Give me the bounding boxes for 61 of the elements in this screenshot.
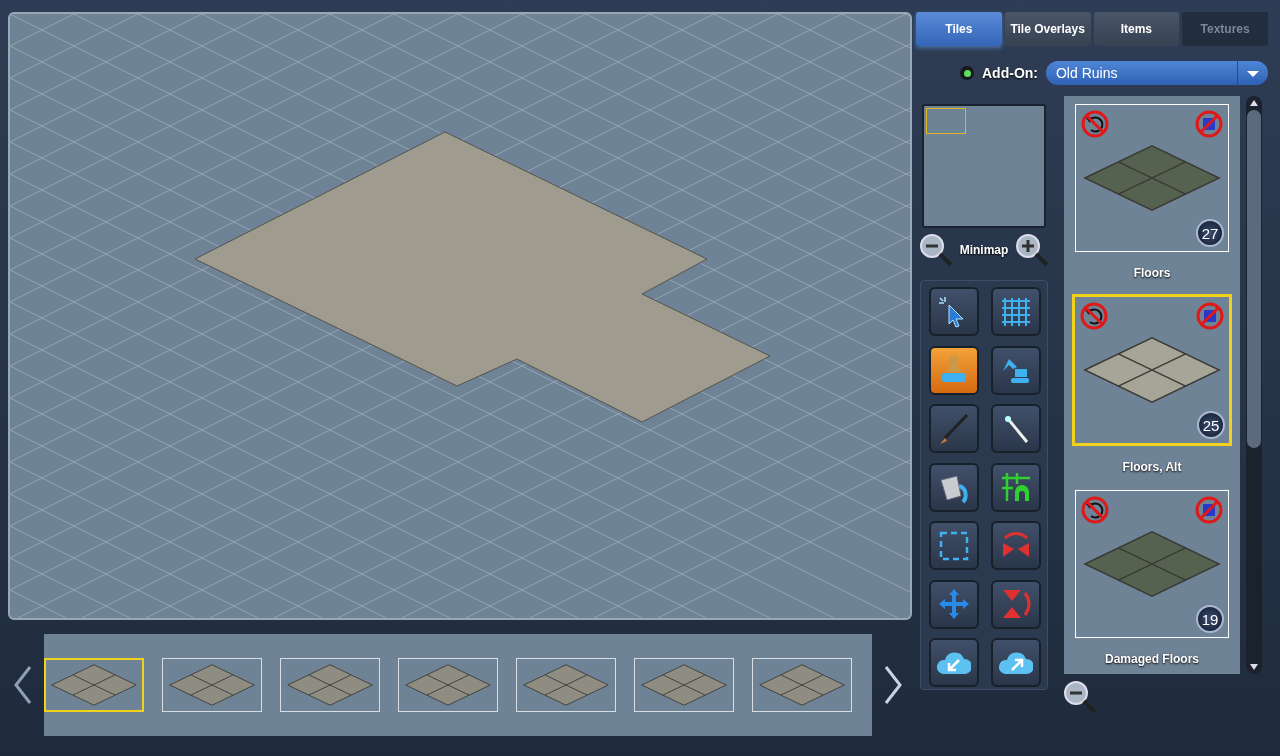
floor-tile-icon	[1082, 529, 1222, 599]
tool-button[interactable]	[929, 345, 979, 395]
tile-thumbnail[interactable]	[398, 658, 498, 712]
floor-tile-icon	[1082, 335, 1222, 405]
tile-thumbnail[interactable]	[162, 658, 262, 712]
tile-thumbnail[interactable]	[44, 658, 144, 712]
tool-button[interactable]	[929, 638, 979, 688]
floor-tile-icon	[522, 663, 610, 707]
tile-set-card[interactable]: 25	[1072, 294, 1232, 446]
no-rotate-icon	[1080, 109, 1110, 139]
no-random-dice-icon	[1194, 109, 1224, 139]
minimap-label: Minimap	[959, 243, 1009, 257]
scroll-down-icon	[1249, 662, 1259, 672]
tool-button[interactable]	[929, 521, 979, 571]
tool-button[interactable]	[991, 404, 1041, 454]
tile-set-card[interactable]: 19	[1075, 490, 1229, 638]
tile-thumbnail[interactable]	[516, 658, 616, 712]
addon-dropdown[interactable]: Old Ruins	[1046, 61, 1268, 85]
tile-count: 27	[1196, 219, 1224, 247]
tool-button[interactable]	[929, 462, 979, 512]
paintbrush-icon	[937, 411, 971, 446]
tool-button[interactable]	[991, 345, 1041, 395]
viewport-frame	[926, 108, 966, 134]
tile-set-card[interactable]: 27	[1075, 104, 1229, 252]
floor-tile-icon	[168, 663, 256, 707]
tile-thumbnail[interactable]	[280, 658, 380, 712]
scrollbar-thumb[interactable]	[1247, 110, 1261, 448]
zoom-in-icon	[1014, 232, 1051, 268]
tool-button[interactable]	[929, 287, 979, 336]
floor-tile-icon	[404, 663, 492, 707]
tile-count: 25	[1197, 411, 1225, 439]
tile-count: 19	[1196, 605, 1224, 633]
chevron-left-icon	[13, 665, 33, 705]
tile-thumbnail[interactable]	[634, 658, 734, 712]
minimap[interactable]	[922, 104, 1046, 228]
chevron-right-icon	[883, 665, 903, 705]
floor-tile-icon	[50, 663, 138, 707]
no-rotate-icon	[1080, 495, 1110, 525]
zoom-in-button[interactable]	[1014, 232, 1051, 268]
tile-thumbnail[interactable]	[752, 658, 852, 712]
floor-tile-icon	[640, 663, 728, 707]
tool-button[interactable]	[991, 462, 1041, 512]
floor-tile-icon	[758, 663, 846, 707]
no-random-dice-icon	[1194, 495, 1224, 525]
tool-button[interactable]	[991, 287, 1041, 336]
zoom-out-icon	[917, 232, 954, 268]
tool-button[interactable]	[991, 638, 1041, 688]
addon-label: Add-On:	[982, 65, 1038, 81]
floor-tile-icon	[286, 663, 374, 707]
tab[interactable]: Items	[1093, 12, 1180, 46]
tab[interactable]: Tiles	[916, 12, 1002, 46]
no-random-dice-icon	[1195, 301, 1225, 331]
tile-set-name: Damaged Floors	[1105, 652, 1199, 666]
floor-tile-icon	[1082, 143, 1222, 213]
scroll-up-icon	[1249, 98, 1259, 108]
tile-set-name: Floors	[1133, 266, 1171, 280]
tab[interactable]: Tile Overlays	[1004, 12, 1091, 46]
zoom-out-button[interactable]	[917, 232, 954, 268]
no-rotate-icon	[1079, 301, 1109, 331]
tile-set-name: Floors, Alt	[1122, 460, 1182, 474]
scrollbar[interactable]	[1246, 96, 1262, 674]
